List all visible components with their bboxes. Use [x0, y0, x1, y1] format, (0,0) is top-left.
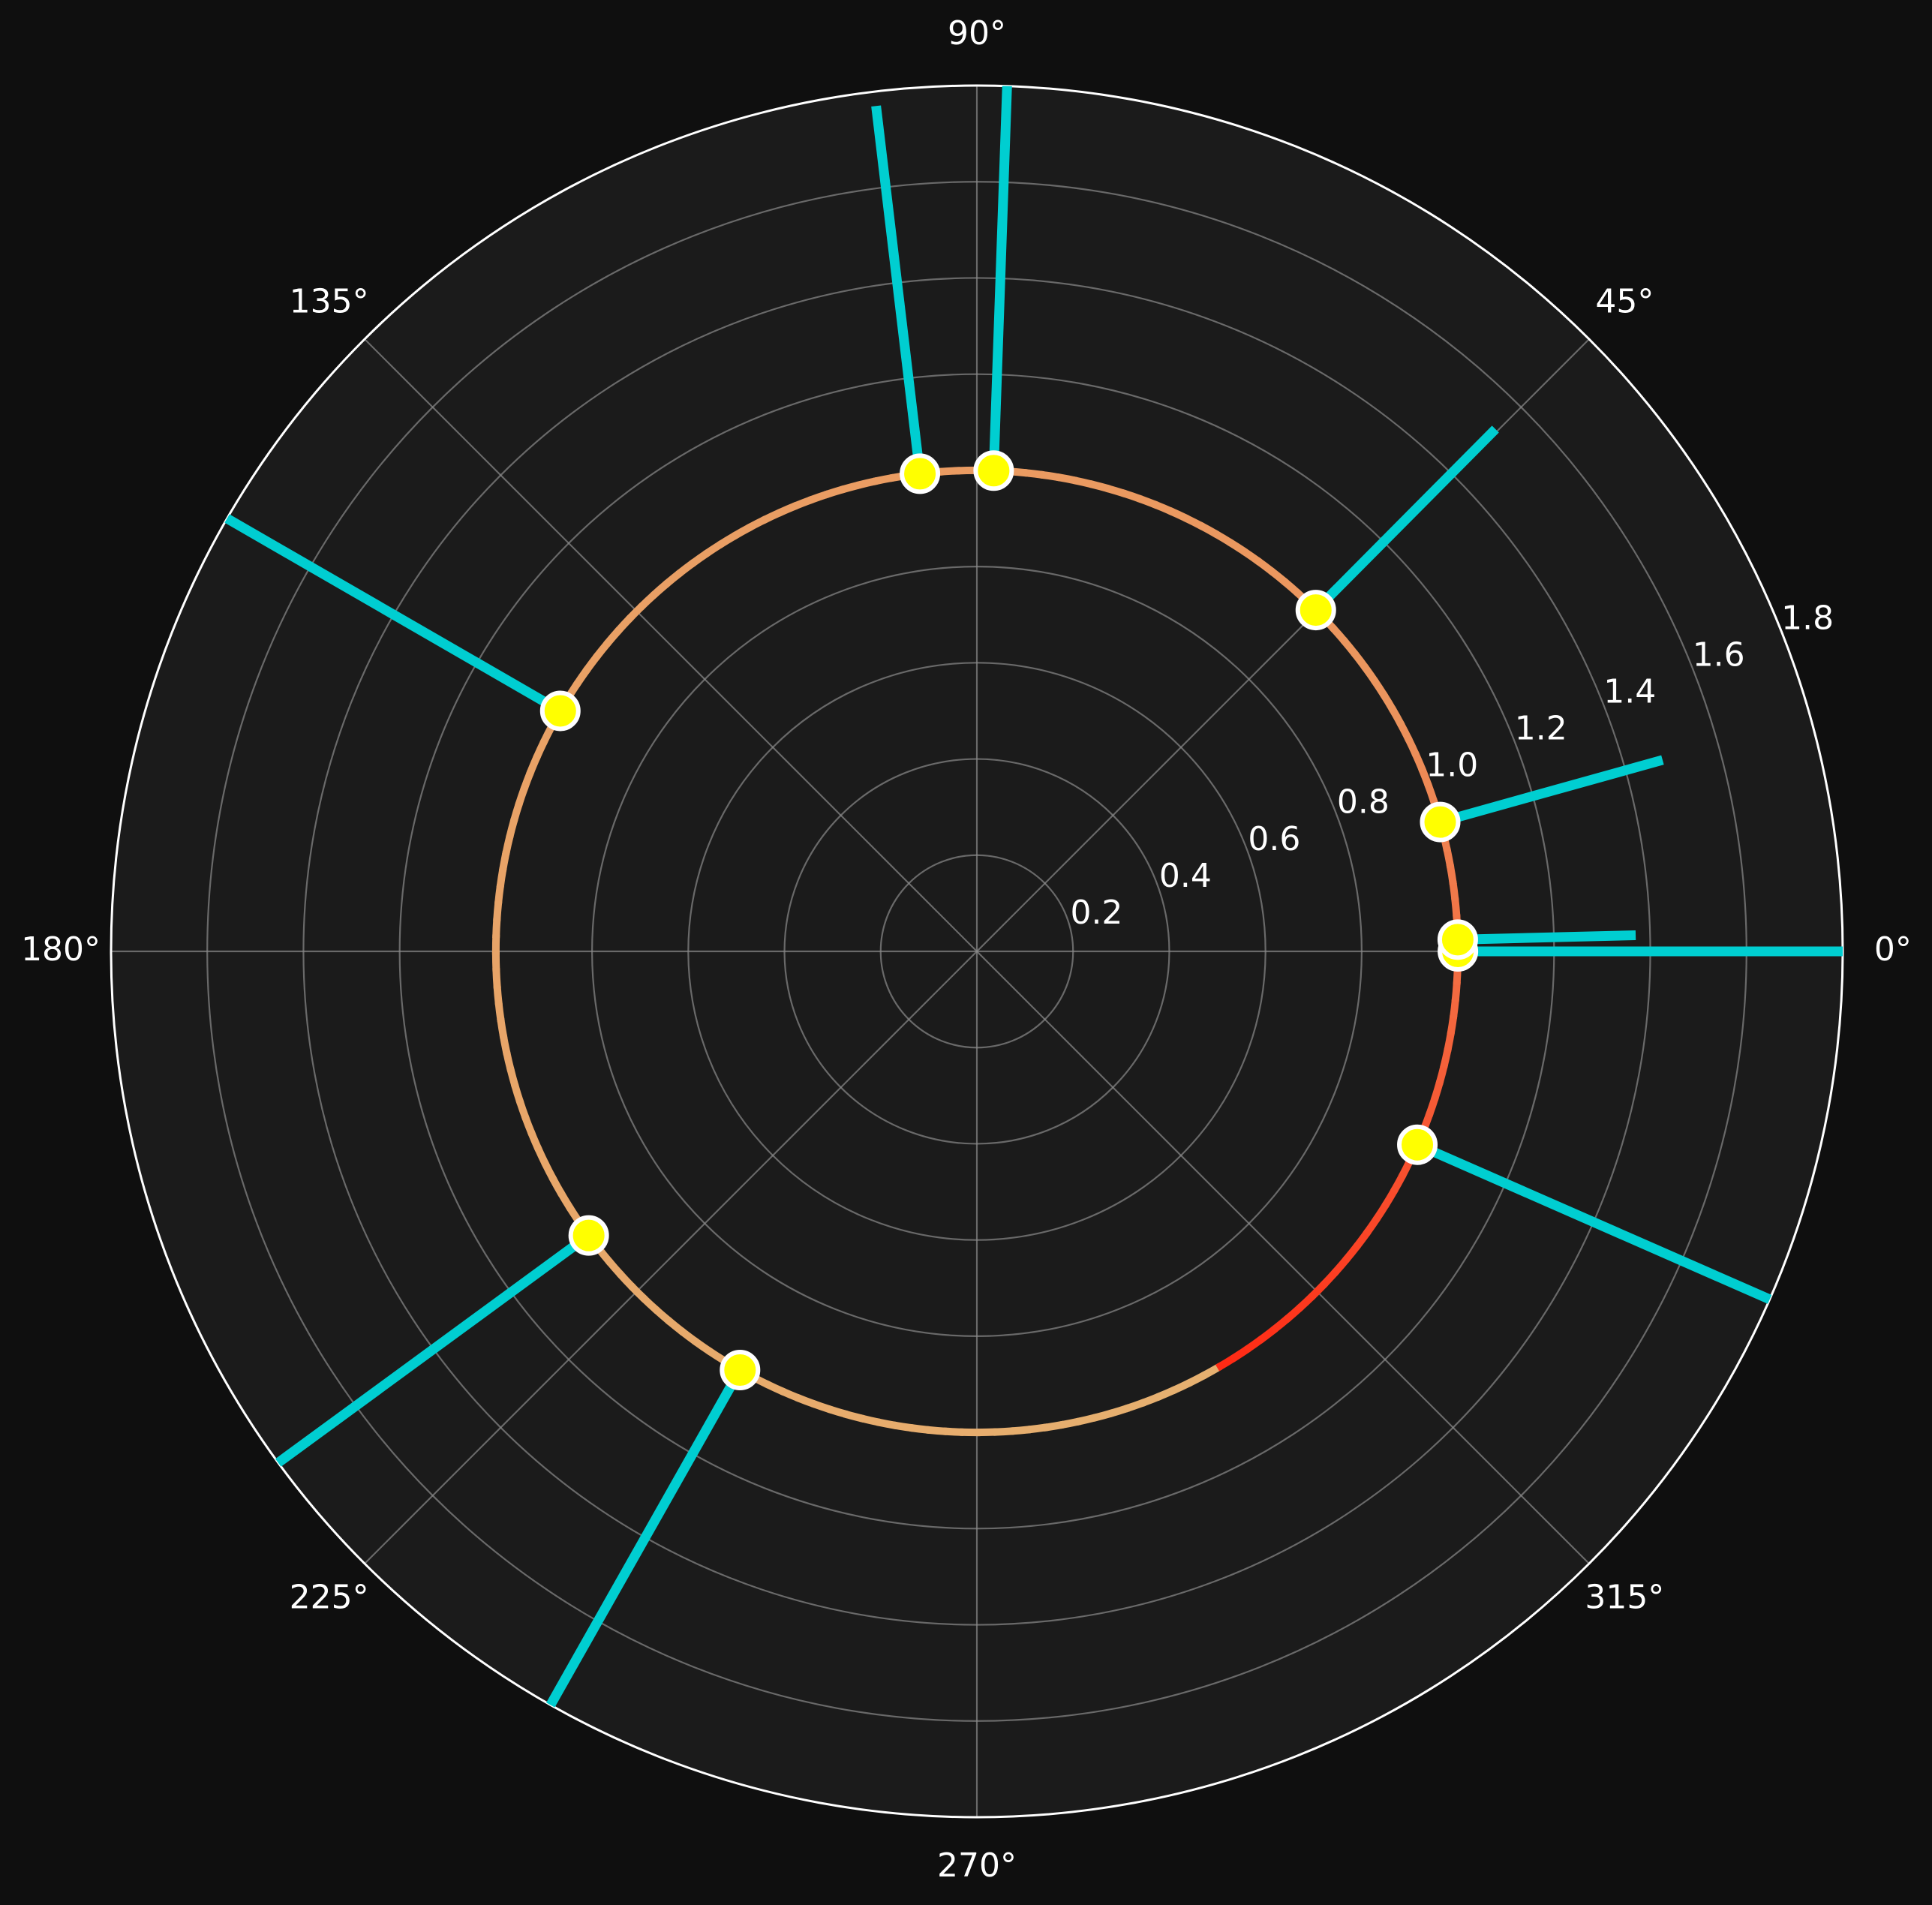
- r-tick-label: 0.2: [1070, 894, 1122, 932]
- theta-tick-label: 180°: [21, 930, 101, 969]
- theta-tick-label: 135°: [290, 283, 369, 321]
- data-point: [1399, 1127, 1435, 1163]
- theta-tick-label: 0°: [1874, 930, 1912, 969]
- data-point: [975, 452, 1011, 488]
- data-point: [1440, 921, 1476, 957]
- stem-line: [1458, 936, 1636, 940]
- theta-tick-label: 225°: [290, 1578, 369, 1616]
- theta-tick-label: 90°: [948, 14, 1006, 53]
- r-tick-label: 1.0: [1426, 747, 1478, 785]
- r-tick-label: 1.8: [1781, 599, 1834, 637]
- data-point: [1422, 804, 1458, 840]
- polar-plot-area: 0° 45° 90° 135° 180° 225° 270° 315° 0.2 0.4 0.6 0.8…: [0, 0, 1932, 1901]
- r-tick-label: 1.2: [1515, 710, 1567, 748]
- data-point: [1298, 592, 1334, 628]
- data-point: [902, 455, 938, 491]
- r-tick-label: 0.6: [1248, 820, 1300, 858]
- r-tick-label: 0.8: [1337, 783, 1390, 822]
- r-tick-label: 0.4: [1159, 857, 1212, 895]
- polar-chart: 0° 45° 90° 135° 180° 225° 270° 315° 0.2 0.4 0.6 0.8…: [0, 0, 1932, 1901]
- data-point: [571, 1218, 607, 1254]
- data-point: [542, 693, 578, 729]
- data-point: [722, 1352, 758, 1388]
- r-tick-label: 1.4: [1603, 673, 1656, 711]
- theta-tick-label: 270°: [937, 1846, 1017, 1885]
- theta-tick-label: 315°: [1585, 1578, 1664, 1616]
- r-tick-label: 1.6: [1693, 636, 1745, 674]
- theta-tick-label: 45°: [1595, 283, 1654, 321]
